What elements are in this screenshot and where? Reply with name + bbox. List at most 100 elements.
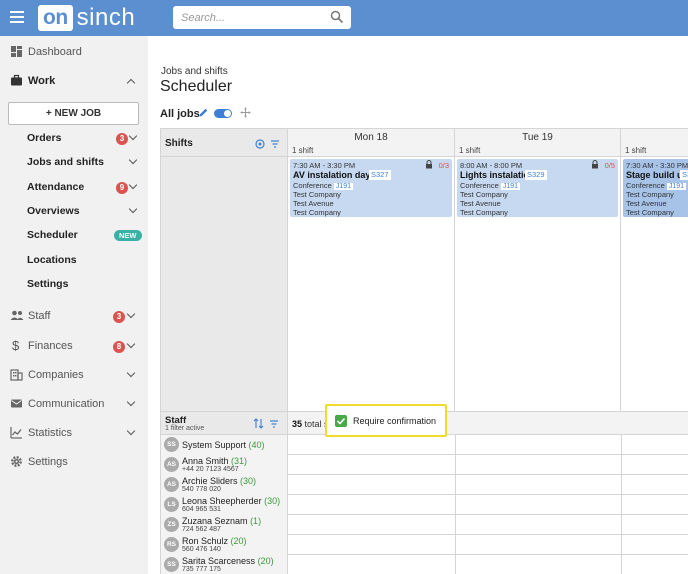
day-header-mon[interactable]: Mon 18 1 shift xyxy=(288,129,455,157)
sidebar-item-statistics[interactable]: Statistics xyxy=(0,422,148,444)
shift-time: 7:30 AM - 3:30 PM xyxy=(293,161,356,170)
staff-name: Archie Sliders xyxy=(182,476,238,486)
staff-name-line: Leona Sheepherder (30) xyxy=(182,496,280,506)
job-filter-label: All jobs xyxy=(160,108,200,120)
dollar-icon: $ xyxy=(12,338,20,353)
grid-line xyxy=(455,535,456,555)
shift-card[interactable]: 8:00 AM - 8:00 PM 0/5 Lights instalation… xyxy=(457,159,618,217)
grid-line xyxy=(621,535,622,555)
staff-name-cell: SS System Support (40) xyxy=(161,435,288,455)
shift-type-line: Conference J191 xyxy=(626,181,687,190)
avatar: AS xyxy=(164,477,179,492)
chevron-down-icon xyxy=(128,131,138,141)
page-title: Scheduler xyxy=(160,78,233,95)
sidebar-item-work-settings[interactable]: Settings xyxy=(0,273,148,295)
staff-name: Ron Schulz xyxy=(182,536,229,546)
staff-row[interactable]: RS Ron Schulz (20) 560 476 140 xyxy=(161,535,688,555)
shift-code: S327 xyxy=(369,170,391,180)
sidebar-item-finances[interactable]: $ Finances 8 xyxy=(0,335,148,357)
new-tag: NEW xyxy=(114,230,142,241)
require-confirmation-checkbox[interactable] xyxy=(335,415,347,427)
staff-row[interactable]: SS Sarita Scarceness (20) 735 777 175 xyxy=(161,555,688,574)
total-staff-count: 35 xyxy=(292,419,303,429)
shift-card[interactable]: 7:30 AM - 3:30 PM 0/3 AV instalation day… xyxy=(290,159,452,217)
logo[interactable]: on sinch xyxy=(38,4,136,31)
sidebar-label-overviews: Overviews xyxy=(27,205,80,217)
move-icon[interactable] xyxy=(240,107,251,118)
sidebar: Dashboard Work + NEW JOB Orders 3 Jobs a… xyxy=(0,36,148,574)
sidebar-label-attendance: Attendance xyxy=(27,181,85,193)
job-tag: J191 xyxy=(333,183,354,190)
shift-type: Conference xyxy=(626,181,665,190)
briefcase-icon xyxy=(11,74,22,86)
sidebar-item-staff[interactable]: Staff 3 xyxy=(0,305,148,327)
staff-name-line: Ron Schulz (20) xyxy=(182,536,247,546)
grid-line xyxy=(455,555,456,574)
search-input[interactable] xyxy=(173,6,313,29)
staff-row[interactable]: SS System Support (40) xyxy=(161,435,688,455)
staff-name-line: Zuzana Seznam (1) xyxy=(182,516,261,526)
day-header-wed[interactable]: 1 shift xyxy=(621,129,688,157)
sidebar-item-dashboard[interactable]: Dashboard xyxy=(0,41,148,63)
settings-circle-icon[interactable] xyxy=(255,139,265,149)
staff-name-cell: LS Leona Sheepherder (30) 604 965 531 xyxy=(161,495,288,515)
sidebar-item-orders[interactable]: Orders 3 xyxy=(0,127,148,149)
logo-sinch: sinch xyxy=(76,4,136,31)
staff-name-line: System Support (40) xyxy=(182,440,265,450)
search-icon[interactable] xyxy=(330,10,344,24)
chart-icon xyxy=(10,427,22,439)
logo-on: on xyxy=(38,5,73,31)
staff-shift-count: (20) xyxy=(257,556,274,566)
staff-phone: 560 476 140 xyxy=(182,546,221,553)
sidebar-item-overviews[interactable]: Overviews xyxy=(0,200,148,222)
shift-company: Test Company xyxy=(460,190,508,199)
staff-name: Sarita Scarceness xyxy=(182,556,256,566)
sidebar-item-jobs-and-shifts[interactable]: Jobs and shifts xyxy=(0,151,148,173)
chevron-down-icon xyxy=(126,368,136,378)
staff-row[interactable]: LS Leona Sheepherder (30) 604 965 531 xyxy=(161,495,688,515)
grid-line xyxy=(455,515,456,535)
filter-active-text: 1 filter active xyxy=(165,425,205,432)
menu-icon[interactable] xyxy=(10,11,24,23)
day-name: Mon 18 xyxy=(354,132,388,143)
shift-card[interactable]: 7:30 AM - 3:30 PM Stage build up S3 Conf… xyxy=(623,159,688,217)
pencil-icon[interactable] xyxy=(198,107,209,118)
breadcrumb[interactable]: Jobs and shifts xyxy=(161,66,228,77)
staff-phone: 540 778 020 xyxy=(182,486,221,493)
shift-street: Test Avenue xyxy=(293,199,334,208)
sort-icon[interactable] xyxy=(253,418,264,429)
sidebar-item-attendance[interactable]: Attendance 9 xyxy=(0,176,148,198)
sidebar-item-settings[interactable]: Settings xyxy=(0,451,148,473)
sidebar-item-companies[interactable]: Companies xyxy=(0,364,148,386)
shift-count: 1 shift xyxy=(625,146,647,155)
filter-icon[interactable] xyxy=(269,419,279,429)
building-icon xyxy=(10,369,23,381)
staff-badge: 3 xyxy=(113,311,125,323)
search-box xyxy=(173,6,351,29)
avatar: LS xyxy=(164,497,179,512)
top-bar: on sinch xyxy=(0,0,688,36)
staff-name-line: Archie Sliders (30) xyxy=(182,476,256,486)
sidebar-label-jobs-and-shifts: Jobs and shifts xyxy=(27,156,105,168)
shift-company: Test Company xyxy=(626,190,674,199)
sidebar-item-communication[interactable]: Communication xyxy=(0,393,148,415)
chevron-down-icon xyxy=(128,204,138,214)
staff-row[interactable]: AS Archie Sliders (30) 540 778 020 xyxy=(161,475,688,495)
staff-fill-count: 0/3 xyxy=(438,161,449,170)
sidebar-label-work-settings: Settings xyxy=(27,278,69,290)
staff-row[interactable]: AS Anna Smith (31) +44 20 7123 4567 xyxy=(161,455,688,475)
require-confirmation-option[interactable]: Require confirmation xyxy=(325,404,447,437)
filter-icon[interactable] xyxy=(270,139,280,149)
new-job-button[interactable]: + NEW JOB xyxy=(8,102,139,125)
chevron-down-icon xyxy=(126,426,136,436)
staff-shift-count: (40) xyxy=(248,440,265,450)
staff-row[interactable]: ZS Zuzana Seznam (1) 724 562 487 xyxy=(161,515,688,535)
filter-toggle[interactable] xyxy=(214,109,232,118)
grid-line xyxy=(621,435,622,455)
sidebar-item-locations[interactable]: Locations xyxy=(0,249,148,271)
staff-shift-count: (30) xyxy=(264,496,281,506)
sidebar-item-scheduler[interactable]: Scheduler NEW xyxy=(0,224,148,246)
sidebar-item-work[interactable]: Work xyxy=(0,70,148,92)
require-confirmation-label: Require confirmation xyxy=(353,416,437,426)
day-header-tue[interactable]: Tue 19 1 shift xyxy=(455,129,621,157)
